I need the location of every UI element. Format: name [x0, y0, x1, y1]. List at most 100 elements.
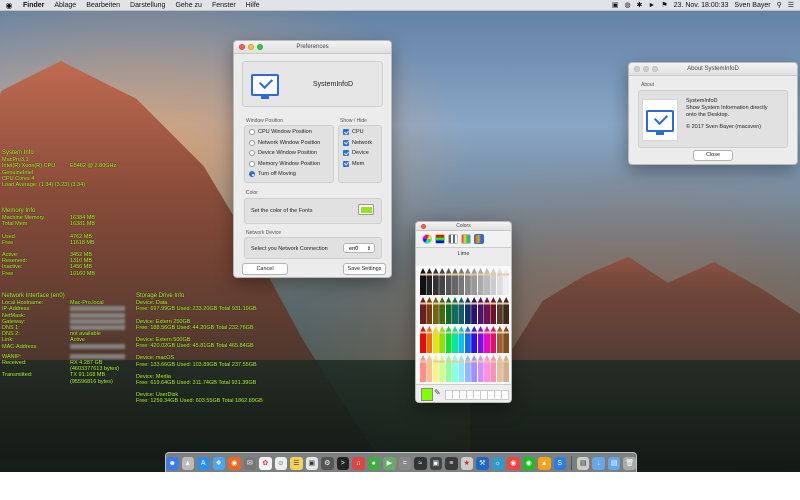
document-icon[interactable]: ▤ — [576, 456, 590, 470]
minimize-window-button[interactable] — [248, 44, 254, 50]
checkbox[interactable] — [343, 150, 349, 157]
pencil[interactable] — [458, 297, 465, 324]
current-color-swatch[interactable] — [421, 388, 433, 401]
zoom-window-button[interactable] — [257, 44, 263, 50]
pencil[interactable] — [445, 297, 452, 324]
show-hide-option[interactable]: CPU — [343, 127, 377, 138]
close-button[interactable]: Close — [693, 150, 733, 161]
radio-button[interactable] — [249, 139, 255, 146]
radio-button[interactable] — [249, 171, 255, 178]
menu-hilfe[interactable]: Hilfe — [241, 2, 265, 9]
pencil[interactable] — [426, 355, 433, 382]
close-window-button[interactable] — [239, 44, 245, 50]
notes-icon[interactable]: ☰ — [290, 456, 303, 470]
pencil[interactable] — [477, 297, 484, 324]
window-position-option[interactable]: CPU Window Position — [249, 127, 329, 138]
color-palettes-icon[interactable] — [448, 234, 458, 244]
menu-gehe-zu[interactable]: Gehe zu — [170, 2, 206, 9]
image-palettes-icon[interactable] — [461, 234, 471, 244]
pencil[interactable] — [471, 268, 478, 295]
photos-icon[interactable]: ✿ — [259, 456, 272, 470]
pencil[interactable] — [439, 297, 446, 324]
pencil[interactable] — [503, 355, 510, 382]
show-hide-option[interactable]: Mem — [343, 159, 377, 170]
pencil[interactable] — [464, 355, 471, 382]
pencil[interactable] — [452, 355, 458, 382]
radio-button[interactable] — [249, 160, 255, 167]
systeminfod-icon[interactable]: ▣ — [429, 456, 443, 470]
pencil[interactable] — [471, 355, 478, 382]
menu-clock[interactable]: 23. Nov. 18:00:33 — [674, 2, 729, 9]
vlc-icon[interactable]: ▲ — [538, 456, 551, 470]
pencil[interactable] — [445, 268, 452, 295]
window-position-option[interactable]: Network Window Position — [249, 138, 329, 149]
folder-icon[interactable]: ▤ — [607, 456, 621, 470]
facetime-icon[interactable]: ▶ — [383, 456, 396, 470]
pencil[interactable] — [452, 297, 458, 324]
flag-icon[interactable]: ⚑ — [661, 1, 667, 9]
show-hide-option[interactable]: Network — [343, 138, 377, 149]
finder-icon[interactable]: ☻ — [166, 456, 179, 470]
minimize-window-button[interactable] — [643, 66, 649, 72]
menu-darstellung[interactable]: Darstellung — [125, 2, 170, 9]
system-preferences-icon[interactable]: ⚙ — [321, 456, 334, 470]
save-settings-button[interactable]: Save Settings — [343, 263, 386, 275]
pencil[interactable] — [484, 355, 490, 382]
volume-icon[interactable]: ► — [648, 2, 655, 9]
pencil[interactable] — [496, 297, 503, 324]
pencil[interactable] — [490, 297, 497, 324]
calculator-icon[interactable]: = — [398, 456, 412, 470]
pencil[interactable] — [464, 268, 471, 295]
pencil[interactable] — [477, 326, 484, 353]
pencil[interactable] — [471, 297, 478, 324]
menu-fenster[interactable]: Fenster — [207, 2, 241, 9]
chrome-icon[interactable]: ◉ — [507, 456, 520, 470]
pencil[interactable] — [439, 268, 446, 295]
pencil[interactable] — [484, 326, 490, 353]
preferences-titlebar[interactable]: Preferences — [234, 41, 391, 54]
pencil[interactable] — [420, 268, 426, 295]
pencil[interactable] — [426, 297, 433, 324]
font-color-well[interactable] — [358, 204, 374, 215]
pencil[interactable] — [496, 326, 503, 353]
pencil[interactable] — [490, 326, 497, 353]
pencil[interactable] — [477, 355, 484, 382]
pencil[interactable] — [503, 326, 510, 353]
mail-icon[interactable]: ✉ — [243, 456, 257, 470]
pencil[interactable] — [432, 326, 439, 353]
pencil[interactable] — [490, 355, 497, 382]
pencil[interactable] — [458, 268, 465, 295]
pencils-icon[interactable] — [474, 234, 484, 244]
pencil[interactable] — [420, 326, 426, 353]
swatch-slots[interactable] — [445, 390, 509, 400]
pencil[interactable] — [458, 355, 465, 382]
checkbox[interactable] — [343, 160, 349, 167]
pencil[interactable] — [426, 268, 433, 295]
color-wheel-icon[interactable] — [422, 234, 432, 244]
colors-titlebar[interactable]: Colors — [416, 222, 511, 231]
messages-icon[interactable]: ● — [367, 456, 381, 470]
pencil[interactable] — [452, 326, 458, 353]
menu-user[interactable]: Sven Bayer — [734, 2, 770, 9]
pencil[interactable] — [432, 355, 439, 382]
pencil[interactable] — [464, 297, 471, 324]
about-titlebar[interactable]: About SystemInfoD — [629, 63, 797, 76]
spotlight-icon[interactable]: ⚲ — [777, 1, 782, 9]
apple-icon[interactable]: ◉ — [0, 1, 18, 10]
color-sliders-icon[interactable] — [435, 234, 445, 244]
activity-monitor-icon[interactable]: ≈ — [414, 456, 427, 470]
pencil[interactable] — [496, 268, 503, 295]
bluetooth-icon[interactable]: ✱ — [637, 1, 643, 9]
eyedropper-icon[interactable]: ✎ — [434, 388, 441, 397]
close-window-button[interactable] — [421, 223, 426, 229]
pencil[interactable] — [439, 326, 446, 353]
pencil[interactable] — [471, 326, 478, 353]
pencil[interactable] — [420, 297, 426, 324]
zoom-window-button[interactable] — [652, 66, 658, 72]
camera-icon[interactable]: ◉ — [522, 456, 536, 470]
globe-icon[interactable]: ☼ — [491, 456, 505, 470]
menu-bearbeiten[interactable]: Bearbeiten — [81, 2, 125, 9]
trash-icon[interactable]: 🗑 — [623, 456, 636, 470]
downloads-folder-icon[interactable]: ↓ — [592, 456, 605, 470]
window-position-option[interactable]: Memory Window Position — [249, 159, 329, 170]
